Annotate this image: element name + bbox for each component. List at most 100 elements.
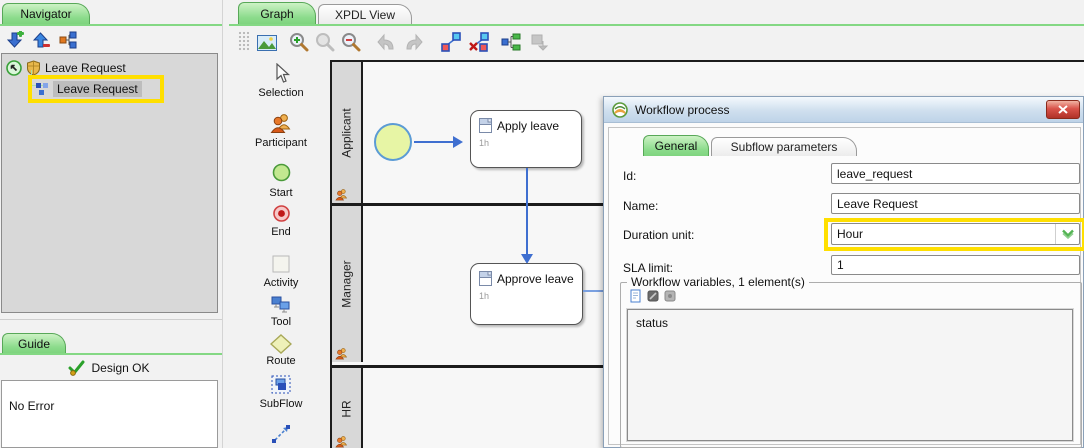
- tab-subflow-parameters[interactable]: Subflow parameters: [711, 137, 857, 156]
- duration-unit-label: Duration unit:: [623, 228, 694, 242]
- lane-header-hr[interactable]: HR: [332, 368, 363, 448]
- add-association-icon[interactable]: [440, 31, 462, 53]
- palette-selection[interactable]: [232, 63, 330, 84]
- zoom-in-icon[interactable]: [288, 31, 310, 53]
- start-event-node[interactable]: [374, 123, 412, 161]
- name-value: Leave Request: [837, 197, 918, 211]
- palette-end[interactable]: [232, 205, 330, 222]
- navigator-tab-label: Navigator: [20, 7, 71, 21]
- undo-icon[interactable]: [376, 31, 398, 53]
- image-icon: [257, 35, 277, 51]
- transition-apply-approve[interactable]: [526, 168, 528, 254]
- name-field[interactable]: Leave Request: [831, 193, 1080, 214]
- close-button[interactable]: [1046, 100, 1080, 119]
- toolbar-grip-handle[interactable]: [238, 31, 250, 51]
- zoom-cursor-icon: [315, 32, 335, 52]
- zoom-cursor-icon[interactable]: [314, 31, 336, 53]
- remove-association-icon[interactable]: [468, 31, 490, 53]
- dialog-title: Workflow process: [635, 103, 729, 117]
- sla-limit-value: 1: [837, 258, 844, 272]
- new-variable-icon[interactable]: [629, 289, 643, 303]
- zoom-out-icon: [341, 32, 361, 52]
- tree-view-icon[interactable]: [57, 29, 79, 51]
- palette-activity[interactable]: [232, 255, 330, 273]
- end-circle-icon: [273, 205, 290, 222]
- image-icon[interactable]: [256, 32, 278, 54]
- close-icon: [1058, 105, 1068, 114]
- navigator-tab-underline: [0, 24, 222, 26]
- participants-icon: [334, 435, 349, 448]
- lane-header-applicant[interactable]: Applicant: [332, 62, 363, 203]
- subflow-icon: [271, 375, 291, 394]
- name-label: Name:: [623, 199, 658, 213]
- redo-icon: [403, 33, 423, 51]
- palette-route[interactable]: [232, 334, 330, 354]
- palette-subflow[interactable]: [232, 375, 330, 394]
- tree-root-label: Leave Request: [45, 61, 126, 75]
- participants-icon: [334, 347, 349, 360]
- activity-title-row: Apply leave: [479, 118, 559, 133]
- tab-navigator[interactable]: Navigator: [2, 3, 90, 24]
- add-association-icon: [440, 32, 462, 52]
- participants-icon: [269, 112, 293, 134]
- workflow-variables-title: Workflow variables, 1 element(s): [627, 275, 809, 289]
- remove-up-arrow-icon: [33, 31, 51, 49]
- palette-participant[interactable]: [232, 112, 330, 134]
- remove-up-arrow-icon[interactable]: [31, 29, 53, 51]
- palette-tool[interactable]: [232, 296, 330, 314]
- transition-start-apply[interactable]: [414, 141, 454, 143]
- participants-icon: [334, 188, 349, 201]
- lane-header-manager[interactable]: Manager: [332, 206, 363, 362]
- app-logo-icon: [612, 102, 628, 118]
- redo-icon[interactable]: [402, 31, 424, 53]
- tab-xpdl-view[interactable]: XPDL View: [318, 4, 412, 24]
- cursor-icon: [271, 63, 291, 84]
- tree-item-process[interactable]: Leave Request: [35, 81, 142, 97]
- dialog-titlebar[interactable]: Workflow process: [604, 97, 1083, 123]
- tab-guide[interactable]: Guide: [2, 333, 66, 353]
- sla-limit-field[interactable]: 1: [831, 255, 1080, 275]
- activity-square-icon: [272, 255, 290, 273]
- variables-list[interactable]: status: [627, 309, 1073, 441]
- duration-unit-combo[interactable]: Hour: [831, 223, 1080, 245]
- tab-graph[interactable]: Graph: [238, 2, 316, 24]
- tree-view-icon: [59, 31, 77, 49]
- palette-subflow-label: SubFlow: [232, 398, 330, 410]
- palette-start[interactable]: [232, 163, 330, 182]
- edit-variable-icon[interactable]: [646, 289, 660, 303]
- tree-child-label: Leave Request: [53, 81, 142, 97]
- activity-title-row: Approve leave: [479, 271, 574, 286]
- palette-selection-label: Selection: [232, 87, 330, 99]
- panel-splitter[interactable]: [222, 0, 223, 448]
- design-status-row: Design OK: [0, 358, 218, 378]
- id-label: Id:: [623, 169, 636, 183]
- palette-tool-label: Tool: [232, 316, 330, 328]
- palette-transition[interactable]: [232, 424, 330, 444]
- palette-start-label: Start: [232, 187, 330, 199]
- guide-message: No Error: [9, 399, 54, 413]
- tab-general[interactable]: General: [643, 135, 709, 156]
- layout-tree-icon[interactable]: [500, 31, 522, 53]
- lane-hr-label: HR: [340, 400, 354, 417]
- xpdl-tab-label: XPDL View: [335, 8, 395, 22]
- activity-apply-leave[interactable]: Apply leave 1h: [470, 110, 582, 168]
- variable-item[interactable]: status: [628, 310, 1072, 330]
- sla-limit-label: SLA limit:: [623, 261, 673, 275]
- zoom-out-icon[interactable]: [340, 31, 362, 53]
- general-tab-label: General: [655, 139, 698, 153]
- workflow-variables-group: Workflow variables, 1 element(s) status: [620, 282, 1082, 448]
- combo-dropdown-button[interactable]: [1055, 224, 1079, 244]
- lane-applicant-label: Applicant: [340, 108, 354, 157]
- duration-unit-value: Hour: [832, 227, 1055, 241]
- activity-approve-leave[interactable]: Approve leave 1h: [470, 263, 583, 325]
- delete-variable-icon[interactable]: [663, 289, 677, 303]
- tool-screens-icon: [271, 296, 291, 314]
- undo-icon: [377, 33, 397, 51]
- activity-duration: 1h: [479, 138, 489, 148]
- palette-activity-label: Activity: [232, 277, 330, 289]
- insert-down-arrow-icon[interactable]: [5, 29, 27, 51]
- start-circle-icon: [272, 163, 291, 182]
- id-field[interactable]: leave_request: [831, 163, 1080, 184]
- tree-item-package[interactable]: Leave Request: [6, 60, 126, 76]
- export-icon[interactable]: [528, 31, 550, 53]
